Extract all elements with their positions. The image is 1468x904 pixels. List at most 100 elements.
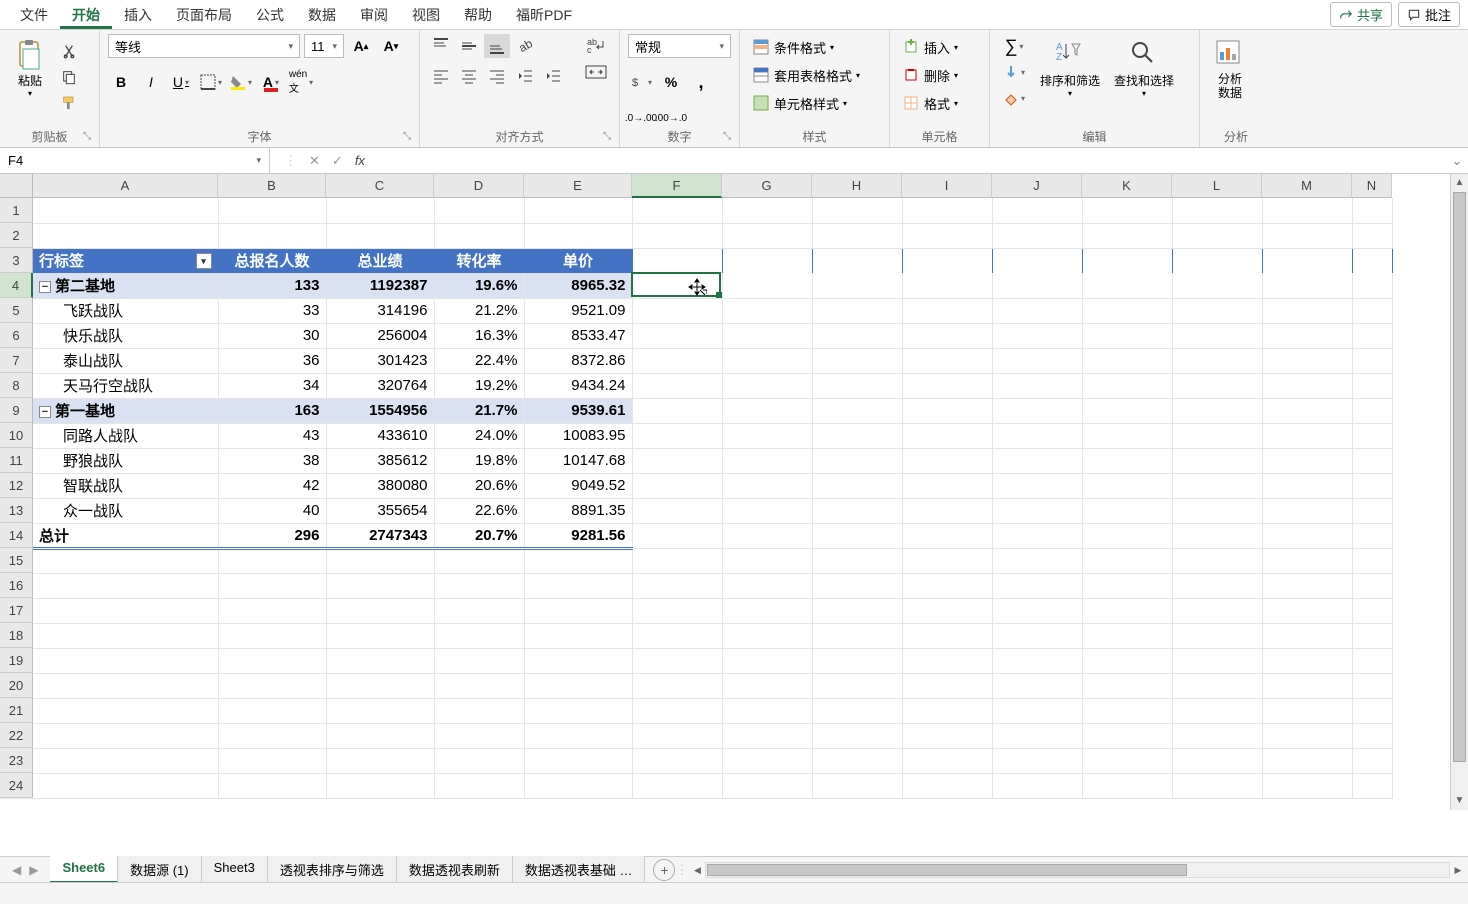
ribbon-tab-公式[interactable]: 公式 (244, 4, 296, 26)
row-header-2[interactable]: 2 (0, 223, 33, 248)
ribbon-tab-页面布局[interactable]: 页面布局 (164, 4, 244, 26)
clipboard-launcher-icon[interactable]: ⤡ (83, 131, 95, 143)
number-format-combo[interactable]: 常规▾ (628, 34, 731, 58)
fx-button[interactable]: fx (355, 153, 365, 168)
underline-button[interactable]: U (168, 70, 194, 94)
fill-color-button[interactable] (228, 70, 254, 94)
row-header-12[interactable]: 12 (0, 473, 33, 498)
row-header-11[interactable]: 11 (0, 448, 33, 473)
column-header-D[interactable]: D (434, 174, 524, 198)
row-header-3[interactable]: 3 (0, 248, 33, 273)
accounting-format-button[interactable]: $ (628, 70, 654, 94)
comma-button[interactable]: , (688, 70, 714, 94)
pivot-filter-button[interactable]: ▾ (196, 253, 212, 269)
comments-button[interactable]: 批注 (1398, 2, 1460, 27)
row-header-24[interactable]: 24 (0, 773, 33, 798)
scroll-down-button[interactable]: ▼ (1451, 792, 1468, 810)
font-color-button[interactable]: A (258, 70, 284, 94)
chevron-down-icon[interactable]: ▾ (256, 155, 261, 166)
column-header-N[interactable]: N (1352, 174, 1392, 198)
format-painter-button[interactable] (58, 92, 80, 114)
scroll-right-button[interactable]: ▶ (1450, 863, 1466, 877)
row-header-16[interactable]: 16 (0, 573, 33, 598)
align-middle-button[interactable] (456, 34, 482, 58)
font-name-combo[interactable]: 等线▾ (108, 34, 300, 58)
cut-button[interactable] (58, 40, 80, 62)
sheet-tab[interactable]: 数据透视表刷新 (397, 856, 513, 883)
enter-formula-button[interactable]: ✓ (332, 153, 343, 169)
clear-button[interactable] (998, 86, 1030, 110)
row-header-21[interactable]: 21 (0, 698, 33, 723)
row-header-9[interactable]: 9 (0, 398, 33, 423)
scroll-up-button[interactable]: ▲ (1451, 174, 1468, 192)
border-button[interactable] (198, 70, 224, 94)
find-select-button[interactable]: 查找和选择▾ (1110, 34, 1178, 102)
row-header-17[interactable]: 17 (0, 598, 33, 623)
row-header-6[interactable]: 6 (0, 323, 33, 348)
sort-filter-button[interactable]: AZ 排序和筛选▾ (1036, 34, 1104, 102)
sheet-tab[interactable]: Sheet6 (50, 856, 118, 883)
expand-formula-bar-button[interactable]: ⌄ (1446, 153, 1468, 169)
scroll-thumb[interactable] (1453, 192, 1466, 762)
column-header-A[interactable]: A (33, 174, 218, 198)
orientation-button[interactable]: ab (512, 34, 538, 58)
column-header-H[interactable]: H (812, 174, 902, 198)
italic-button[interactable]: I (138, 70, 164, 94)
merge-button[interactable] (580, 60, 612, 84)
font-size-combo[interactable]: 11▾ (304, 34, 344, 58)
row-header-1[interactable]: 1 (0, 198, 33, 223)
row-header-8[interactable]: 8 (0, 373, 33, 398)
align-left-button[interactable] (428, 64, 454, 88)
row-header-20[interactable]: 20 (0, 673, 33, 698)
align-bottom-button[interactable] (484, 34, 510, 58)
row-header-5[interactable]: 5 (0, 298, 33, 323)
wrap-text-button[interactable]: abc (580, 34, 612, 58)
ribbon-tab-数据[interactable]: 数据 (296, 4, 348, 26)
cell-styles-button[interactable]: 单元格样式 ▾ (748, 90, 851, 116)
sheet-tab[interactable]: 数据透视表基础 … (513, 856, 646, 883)
align-center-button[interactable] (456, 64, 482, 88)
fill-button[interactable] (998, 60, 1030, 84)
horizontal-scrollbar[interactable]: ◀ ▶ (705, 862, 1450, 878)
row-header-15[interactable]: 15 (0, 548, 33, 573)
row-header-7[interactable]: 7 (0, 348, 33, 373)
alignment-launcher-icon[interactable]: ⤡ (603, 131, 615, 143)
ribbon-tab-福昕PDF[interactable]: 福昕PDF (504, 4, 584, 26)
share-button[interactable]: 共享 (1330, 2, 1392, 27)
add-sheet-button[interactable]: + (653, 859, 675, 881)
number-launcher-icon[interactable]: ⤡ (723, 131, 735, 143)
column-header-M[interactable]: M (1262, 174, 1352, 198)
sheet-nav-prev-button[interactable]: ◀ (12, 863, 21, 877)
format-as-table-button[interactable]: 套用表格格式 ▾ (748, 62, 864, 88)
cancel-formula-button[interactable]: ✕ (309, 153, 320, 169)
copy-button[interactable] (58, 66, 80, 88)
delete-cells-button[interactable]: 删除 ▾ (898, 62, 962, 88)
row-header-23[interactable]: 23 (0, 748, 33, 773)
column-header-G[interactable]: G (722, 174, 812, 198)
row-header-4[interactable]: 4 (0, 273, 33, 298)
column-header-L[interactable]: L (1172, 174, 1262, 198)
shrink-font-button[interactable]: A▾ (378, 34, 404, 58)
grow-font-button[interactable]: A▴ (348, 34, 374, 58)
vertical-scrollbar[interactable]: ▲ ▼ (1450, 174, 1468, 810)
ribbon-tab-文件[interactable]: 文件 (8, 4, 60, 26)
column-header-F[interactable]: F (632, 174, 722, 198)
row-header-10[interactable]: 10 (0, 423, 33, 448)
select-all-corner[interactable] (0, 174, 33, 198)
sheet-tab[interactable]: 透视表排序与筛选 (268, 856, 397, 883)
name-box[interactable]: F4 ▾ (0, 148, 270, 173)
phonetic-button[interactable]: wén文 (288, 70, 314, 94)
align-top-button[interactable] (428, 34, 454, 58)
insert-cells-button[interactable]: 插入 ▾ (898, 34, 962, 60)
scroll-left-button[interactable]: ◀ (689, 863, 705, 877)
cells-area[interactable]: 行标签▾总报名人数总业绩转化率单价−第二基地133119238719.6%896… (33, 198, 1393, 799)
sheet-nav-next-button[interactable]: ▶ (29, 863, 38, 877)
row-header-22[interactable]: 22 (0, 723, 33, 748)
analyze-data-button[interactable]: 分析 数据 (1208, 34, 1252, 105)
row-header-14[interactable]: 14 (0, 523, 33, 548)
collapse-button[interactable]: − (39, 281, 51, 293)
autosum-button[interactable]: ∑ (998, 34, 1030, 58)
percent-button[interactable]: % (658, 70, 684, 94)
row-header-18[interactable]: 18 (0, 623, 33, 648)
format-cells-button[interactable]: 格式 ▾ (898, 90, 962, 116)
